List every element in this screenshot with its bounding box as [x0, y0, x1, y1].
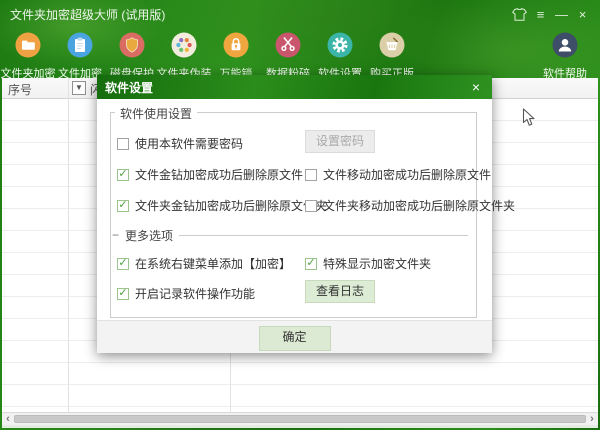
toolbar-item-disk-protect[interactable]: 磁盘保护 [106, 32, 158, 78]
clipboard-icon [67, 32, 93, 63]
window-bottom-strip [2, 425, 598, 428]
gear-icon [327, 32, 353, 63]
checkbox-label: 在系统右键菜单添加【加密】 [135, 255, 291, 272]
checkbox-box[interactable] [305, 200, 317, 212]
scroll-left-icon[interactable]: ‹ [3, 413, 13, 425]
close-icon[interactable]: × [575, 7, 590, 22]
filter-dropdown-icon[interactable]: ▼ [72, 81, 86, 95]
skin-icon[interactable] [512, 8, 527, 21]
palette-icon [171, 32, 197, 63]
collapse-icon[interactable]: − [112, 228, 119, 242]
horizontal-scrollbar[interactable]: ‹ › [2, 412, 598, 425]
window-title: 文件夹加密超级大师 (试用版) [10, 6, 165, 23]
checkbox-folder-diamond-delete[interactable]: ✓ 文件夹金钻加密成功后删除原文件夹 [117, 197, 327, 214]
separator-line [179, 235, 468, 236]
checkbox-label: 文件夹金钻加密成功后删除原文件夹 [135, 197, 327, 214]
checkbox-box[interactable]: ✓ [305, 258, 317, 270]
checkbox-label: 文件金钻加密成功后删除原文件 [135, 166, 303, 183]
folder-icon [15, 32, 41, 63]
app-window: 文件夹加密超级大师 (试用版) ≡ — × 文件夹加密 文件加密 磁盘保护 文件… [0, 0, 600, 430]
checkbox-box[interactable] [117, 138, 129, 150]
shield-icon [119, 32, 145, 63]
ok-button[interactable]: 确定 [259, 326, 331, 351]
dialog-title: 软件设置 [105, 79, 153, 96]
dialog-footer: 确定 [97, 320, 492, 353]
title-bar: 文件夹加密超级大师 (试用版) ≡ — × [0, 0, 600, 28]
checkbox-box[interactable]: ✓ [117, 258, 129, 270]
toolbar: 文件夹加密 文件加密 磁盘保护 文件夹伪装 万能锁 数据粉碎 软件设置 购买正 [0, 28, 600, 78]
more-options-label: 更多选项 [125, 227, 173, 244]
dialog-title-bar: 软件设置 × [97, 75, 492, 99]
scissors-icon [275, 32, 301, 63]
toolbar-item-settings[interactable]: 软件设置 [314, 32, 366, 78]
scrollbar-thumb[interactable] [14, 415, 586, 423]
checkbox-label: 特殊显示加密文件夹 [323, 255, 431, 272]
checkbox-box[interactable]: ✓ [117, 288, 129, 300]
toolbar-item-help[interactable]: 软件帮助 [539, 32, 591, 78]
person-icon [552, 32, 578, 63]
lock-icon [223, 32, 249, 63]
toolbar-item-folder-disguise[interactable]: 文件夹伪装 [158, 32, 210, 78]
toolbar-item-universal-lock[interactable]: 万能锁 [210, 32, 262, 78]
dialog-close-icon[interactable]: × [468, 79, 484, 95]
checkbox-box[interactable]: ✓ [117, 200, 129, 212]
toolbar-item-buy-genuine[interactable]: 购买正版 [366, 32, 418, 78]
checkbox-box[interactable] [305, 169, 317, 181]
checkbox-label: 文件夹移动加密成功后删除原文件夹 [323, 197, 515, 214]
basket-icon [379, 32, 405, 63]
checkbox-require-password[interactable]: 使用本软件需要密码 [117, 135, 243, 152]
column-header-serial: 序号 [8, 81, 32, 98]
window-controls: ≡ — × [512, 7, 590, 22]
checkbox-file-diamond-delete[interactable]: ✓ 文件金钻加密成功后删除原文件 [117, 166, 303, 183]
checkbox-file-move-delete[interactable]: 文件移动加密成功后删除原文件 [305, 166, 491, 183]
set-password-button[interactable]: 设置密码 [305, 130, 375, 153]
checkbox-special-display[interactable]: ✓ 特殊显示加密文件夹 [305, 255, 431, 272]
checkbox-context-menu[interactable]: ✓ 在系统右键菜单添加【加密】 [117, 255, 291, 272]
column-divider [68, 78, 69, 412]
menu-icon[interactable]: ≡ [533, 7, 548, 22]
toolbar-item-folder-encrypt[interactable]: 文件夹加密 [2, 32, 54, 78]
toolbar-item-data-shred[interactable]: 数据粉碎 [262, 32, 314, 78]
checkbox-folder-move-delete[interactable]: 文件夹移动加密成功后删除原文件夹 [305, 197, 515, 214]
scroll-right-icon[interactable]: › [587, 413, 597, 425]
checkbox-operation-log[interactable]: ✓ 开启记录软件操作功能 [117, 285, 255, 302]
checkbox-label: 开启记录软件操作功能 [135, 285, 255, 302]
toolbar-item-file-encrypt[interactable]: 文件加密 [54, 32, 106, 78]
groupbox-title: 软件使用设置 [115, 105, 197, 122]
dialog-body: 软件使用设置 使用本软件需要密码 设置密码 ✓ 文件金钻加密成功后删除原文件 文… [97, 99, 492, 320]
checkbox-label: 使用本软件需要密码 [135, 135, 243, 152]
checkbox-box[interactable]: ✓ [117, 169, 129, 181]
mouse-cursor [522, 108, 536, 132]
checkbox-label: 文件移动加密成功后删除原文件 [323, 166, 491, 183]
more-options-separator: − 更多选项 [112, 227, 468, 243]
minimize-icon[interactable]: — [554, 7, 569, 22]
settings-dialog: 软件设置 × 软件使用设置 使用本软件需要密码 设置密码 ✓ 文件金钻加密成功后… [97, 75, 492, 353]
view-log-button[interactable]: 查看日志 [305, 280, 375, 303]
